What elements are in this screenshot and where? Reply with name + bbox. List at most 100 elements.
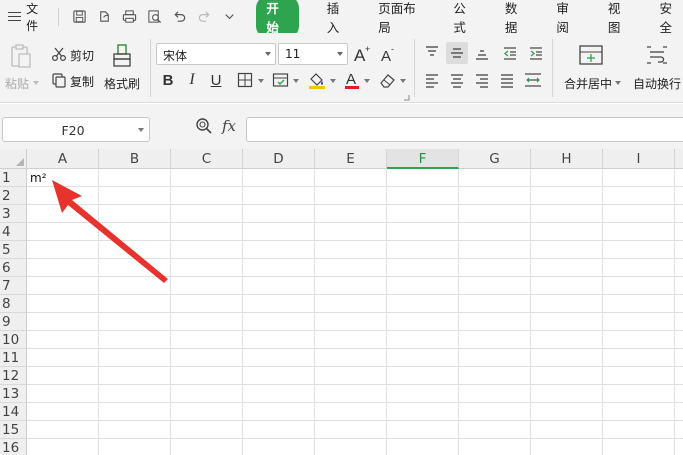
ribbon: 粘贴 剪切 复制 格式刷 宋体 11 A + A- B I U A 合并居中 自… xyxy=(0,33,683,103)
dialog-launcher-icon xyxy=(403,94,409,100)
tab-security[interactable]: 安全 xyxy=(659,0,683,35)
increase-font-icon: A + xyxy=(354,44,370,64)
font-color-button[interactable]: A xyxy=(342,69,362,91)
ribbon-separator xyxy=(552,39,553,97)
increase-font-button[interactable]: A + xyxy=(352,43,374,65)
cut-label: 剪切 xyxy=(70,49,95,63)
justify-icon xyxy=(501,74,513,88)
file-menu-button[interactable]: 文件 xyxy=(0,0,48,33)
printer-icon xyxy=(123,10,137,23)
menu-separator xyxy=(58,7,60,26)
tab-page-layout[interactable]: 页面布局 xyxy=(378,0,425,35)
format-painter-label: 格式刷 xyxy=(104,77,141,91)
save-icon xyxy=(73,10,87,23)
chevron-down-icon xyxy=(337,52,343,56)
chevron-down-icon xyxy=(225,14,235,20)
align-bottom-icon xyxy=(476,50,488,60)
merge-center-label: 合并居中 xyxy=(564,77,613,91)
copy-button[interactable] xyxy=(50,71,68,89)
cell-style-dropdown-arrow[interactable] xyxy=(293,79,299,83)
font-size-select[interactable]: 11 xyxy=(278,43,348,65)
fill-color-button[interactable] xyxy=(306,69,328,91)
ribbon-separator xyxy=(414,39,415,97)
redo-button[interactable] xyxy=(192,6,217,28)
merge-center-button[interactable] xyxy=(576,41,606,69)
paste-icon xyxy=(11,44,31,68)
decrease-indent-icon xyxy=(503,47,516,60)
font-dialog-launcher[interactable] xyxy=(402,93,410,101)
magnifier-icon xyxy=(196,118,212,134)
clear-button[interactable] xyxy=(378,69,398,91)
paste-dropdown-arrow[interactable] xyxy=(33,81,39,85)
merge-cells-icon xyxy=(579,45,603,65)
align-center-button[interactable] xyxy=(447,70,467,90)
underline-glyph: U xyxy=(210,71,222,89)
paint-bucket-icon xyxy=(309,73,325,89)
align-right-icon xyxy=(476,74,488,88)
align-right-button[interactable] xyxy=(472,70,492,90)
paste-button[interactable] xyxy=(6,41,36,71)
cell-style-button[interactable] xyxy=(270,70,290,90)
zoom-function-button[interactable] xyxy=(195,117,213,138)
italic-button[interactable]: I xyxy=(182,69,202,91)
increase-indent-button[interactable] xyxy=(526,43,546,63)
decrease-indent-button[interactable] xyxy=(500,43,520,63)
formula-input[interactable] xyxy=(246,117,683,142)
tab-home[interactable]: 开始 xyxy=(256,0,299,38)
align-center-icon xyxy=(451,74,463,88)
align-bottom-button[interactable] xyxy=(472,43,492,63)
tab-formulas[interactable]: 公式 xyxy=(453,0,477,35)
ribbon-separator xyxy=(150,39,151,97)
distributed-align-button[interactable] xyxy=(522,70,544,90)
increase-indent-icon xyxy=(530,47,542,60)
justify-button[interactable] xyxy=(497,70,517,90)
hamburger-icon xyxy=(8,11,21,22)
eraser-icon xyxy=(380,74,395,88)
copy-icon xyxy=(52,73,66,88)
quick-access-toolbar xyxy=(67,6,242,28)
align-left-button[interactable] xyxy=(422,70,442,90)
font-color-icon: A xyxy=(345,71,359,89)
underline-button[interactable]: U xyxy=(206,69,226,91)
print-preview-icon xyxy=(148,10,162,24)
annotation-arrow-icon xyxy=(52,180,168,283)
insert-function-button[interactable]: fx xyxy=(222,117,236,135)
borders-dropdown-arrow[interactable] xyxy=(258,79,264,83)
undo-button[interactable] xyxy=(167,6,192,28)
align-top-button[interactable] xyxy=(422,43,442,63)
align-middle-button[interactable] xyxy=(446,42,468,64)
font-color-dropdown-arrow[interactable] xyxy=(364,79,370,83)
tab-data[interactable]: 数据 xyxy=(505,0,529,35)
tab-review[interactable]: 审阅 xyxy=(556,0,580,35)
print-button[interactable] xyxy=(117,6,142,28)
tab-view[interactable]: 视图 xyxy=(608,0,632,35)
svg-text:+: + xyxy=(365,44,370,54)
svg-text:A: A xyxy=(346,71,356,88)
tab-insert[interactable]: 插入 xyxy=(327,0,351,35)
decrease-font-button[interactable]: A- xyxy=(378,43,400,65)
format-painter-button[interactable] xyxy=(108,41,136,71)
cell-style-icon xyxy=(272,73,288,87)
font-name-value: 宋体 xyxy=(163,49,188,63)
cut-button[interactable] xyxy=(50,45,68,63)
fill-color-dropdown-arrow[interactable] xyxy=(330,79,336,83)
wrap-text-button[interactable] xyxy=(642,41,672,69)
copy-label: 复制 xyxy=(70,75,95,89)
font-name-select[interactable]: 宋体 xyxy=(156,43,276,65)
save-button[interactable] xyxy=(67,6,92,28)
align-middle-icon xyxy=(451,48,463,58)
italic-glyph: I xyxy=(189,71,195,88)
customize-toolbar-button[interactable] xyxy=(217,6,242,28)
merge-center-dropdown-arrow[interactable] xyxy=(615,81,621,85)
name-box[interactable]: F20 xyxy=(2,117,150,142)
print-preview-button[interactable] xyxy=(142,6,167,28)
borders-button[interactable] xyxy=(235,70,255,90)
bold-button[interactable]: B xyxy=(158,69,178,91)
scissors-icon xyxy=(51,47,67,62)
borders-icon xyxy=(237,72,253,88)
clear-dropdown-arrow[interactable] xyxy=(400,79,406,83)
spreadsheet-grid[interactable]: A B C D E F G H I 1 2 3 4 5 6 7 8 9 10 1… xyxy=(0,149,683,455)
export-button[interactable] xyxy=(92,6,117,28)
svg-text:-: - xyxy=(391,44,394,54)
wrap-text-label: 自动换行 xyxy=(633,77,682,91)
